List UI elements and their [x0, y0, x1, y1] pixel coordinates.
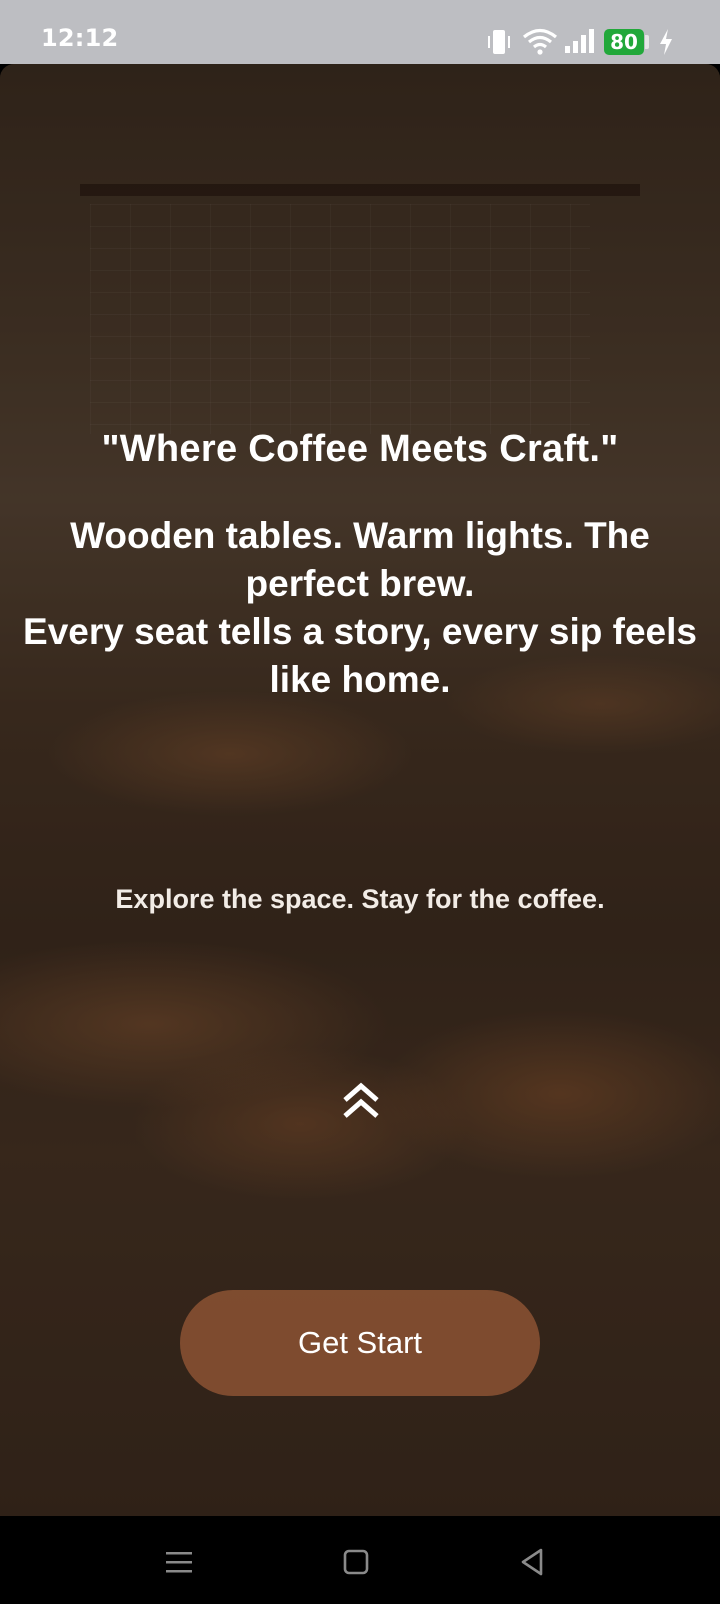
menu-icon[interactable]	[159, 1542, 199, 1582]
hero-body-line-2: Every seat tells a story, every sip feel…	[23, 611, 697, 700]
battery-level: 80	[610, 30, 638, 54]
home-icon[interactable]	[336, 1542, 376, 1582]
charging-icon	[660, 29, 672, 55]
hero-section: "Where Coffee Meets Craft." Wooden table…	[0, 64, 720, 1516]
back-icon[interactable]	[513, 1542, 553, 1582]
double-chevron-up-icon[interactable]	[339, 1080, 383, 1124]
status-time: 12:12	[41, 24, 119, 52]
hero-body-line-1: Wooden tables. Warm lights. The perfect …	[70, 515, 650, 604]
status-bar: 12:12 80	[0, 0, 720, 64]
hero-tagline: Explore the space. Stay for the coffee.	[115, 884, 605, 914]
wifi-icon	[522, 28, 558, 55]
hero-headline: "Where Coffee Meets Craft."	[101, 428, 619, 470]
battery-icon: 80	[604, 29, 644, 55]
signal-icon	[565, 29, 594, 53]
system-nav-bar	[0, 1516, 720, 1604]
battery-tip	[645, 35, 649, 49]
get-start-button[interactable]: Get Start	[180, 1290, 540, 1396]
hero-body: Wooden tables. Warm lights. The perfect …	[20, 512, 700, 704]
vibrate-icon	[488, 30, 510, 54]
